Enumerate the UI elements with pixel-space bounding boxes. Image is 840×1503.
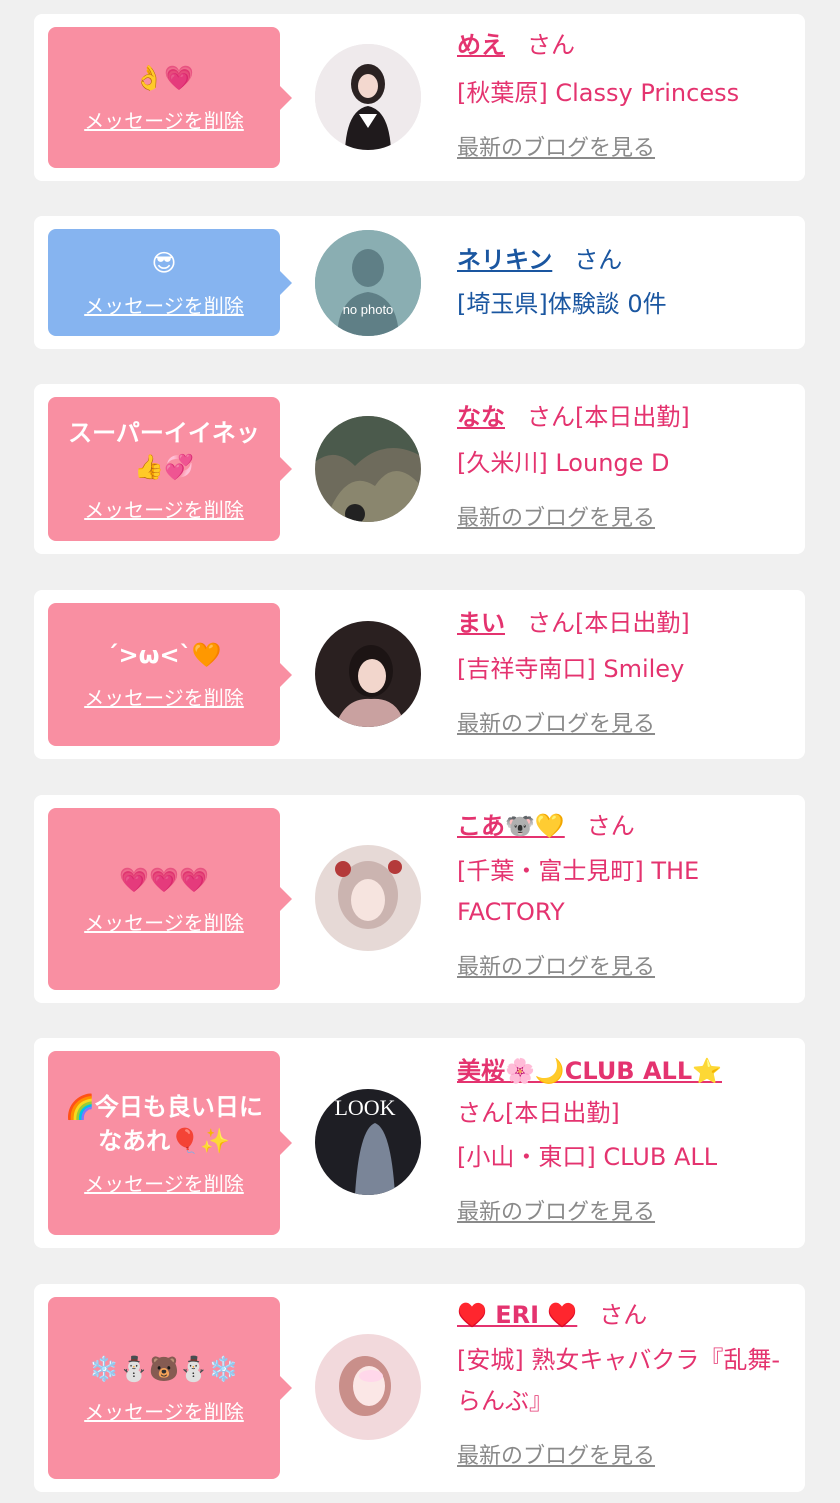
cast-info: ♥️ ERI ♥️ さん [安城] 熟女キャバクラ『乱舞-らんぶ』 最新のブログを… — [457, 1294, 791, 1478]
honorific: さん — [527, 609, 575, 637]
magazine-title: LOOK — [334, 1095, 395, 1120]
message-bubble: スーパーイイネッ👍💞 メッセージを削除 — [48, 397, 292, 541]
honorific: さん — [527, 31, 575, 59]
list-item: 👌💗 メッセージを削除 めえ さん [秋葉原] Classy Princess 最… — [34, 14, 805, 181]
shop-info: [千葉・富士見町] THE FACTORY — [457, 857, 700, 926]
message-bubble: ´>ω<`🧡 メッセージを削除 — [48, 603, 292, 746]
avatar[interactable] — [315, 621, 421, 727]
avatar[interactable] — [315, 416, 421, 522]
delete-message-link[interactable]: メッセージを削除 — [84, 1168, 244, 1197]
cast-name-link[interactable]: こあ🐨💛 — [457, 812, 565, 840]
shop-info: [安城] 熟女キャバクラ『乱舞-らんぶ』 — [457, 1346, 781, 1415]
cast-name-link[interactable]: ネリキン — [457, 246, 552, 274]
avatar[interactable] — [315, 44, 421, 150]
list-item: ´>ω<`🧡 メッセージを削除 まい さん[本日出勤] [吉祥寺南口] Smile… — [34, 590, 805, 759]
honorific: さん — [527, 403, 575, 431]
cast-name-link[interactable]: めえ — [457, 31, 505, 59]
message-bubble: 👌💗 メッセージを削除 — [48, 27, 292, 168]
avatar[interactable] — [315, 1334, 421, 1440]
cast-info: こあ🐨💛 さん [千葉・富士見町] THE FACTORY 最新のブログを見る — [457, 805, 791, 989]
delete-message-link[interactable]: メッセージを削除 — [84, 682, 244, 711]
message-text: 🌈今日も良い日になあれ🎈✨ — [65, 1092, 263, 1155]
cast-info: まい さん[本日出勤] [吉祥寺南口] Smiley 最新のブログを見る — [457, 602, 791, 746]
no-photo-label: no photo — [343, 302, 394, 317]
cast-info: ネリキン さん [埼玉県]体験談 0件 — [457, 239, 791, 325]
message-text: 😎 — [151, 249, 177, 277]
honorific: さん — [574, 246, 623, 274]
latest-blog-link[interactable]: 最新のブログを見る — [457, 506, 655, 531]
latest-blog-link[interactable]: 最新のブログを見る — [457, 1444, 655, 1469]
latest-blog-link[interactable]: 最新のブログを見る — [457, 955, 655, 980]
shop-info: [埼玉県]体験談 0件 — [457, 290, 667, 318]
message-text: ´>ω<`🧡 — [106, 641, 222, 669]
list-item: 🌈今日も良い日になあれ🎈✨ メッセージを削除 LOOK 美桜🌸🌙CLUB ALL… — [34, 1038, 805, 1248]
cast-name-link[interactable]: まい — [457, 609, 505, 637]
cast-info: なな さん[本日出勤] [久米川] Lounge D 最新のブログを見る — [457, 396, 791, 540]
list-item: ❄️⛄🐻⛄❄️ メッセージを削除 ♥️ ERI ♥️ さん [安城] 熟女キャバク… — [34, 1284, 805, 1492]
today-attendance-tag: [本日出勤] — [575, 609, 690, 637]
shop-info: [小山・東口] CLUB ALL — [457, 1143, 718, 1171]
message-text: 👌💗 — [134, 64, 194, 92]
today-attendance-tag: [本日出勤] — [505, 1099, 620, 1127]
list-item: スーパーイイネッ👍💞 メッセージを削除 なな さん[本日出勤] [久米川] Lou… — [34, 384, 805, 554]
shop-info: [秋葉原] Classy Princess — [457, 79, 740, 107]
list-item: 😎 メッセージを削除 no photo ネリキン さん [埼玉県]体験談 0件 — [34, 216, 805, 349]
honorific: さん — [586, 812, 635, 840]
message-text: スーパーイイネッ👍💞 — [68, 418, 260, 481]
message-bubble: 🌈今日も良い日になあれ🎈✨ メッセージを削除 — [48, 1051, 292, 1235]
delete-message-link[interactable]: メッセージを削除 — [84, 907, 244, 936]
latest-blog-link[interactable]: 最新のブログを見る — [457, 712, 655, 737]
delete-message-link[interactable]: メッセージを削除 — [84, 105, 244, 134]
message-bubble: 😎 メッセージを削除 — [48, 229, 292, 336]
cast-name-link[interactable]: ♥️ ERI ♥️ — [457, 1301, 577, 1329]
latest-blog-link[interactable]: 最新のブログを見る — [457, 1200, 655, 1225]
delete-message-link[interactable]: メッセージを削除 — [84, 290, 244, 319]
cast-info: 美桜🌸🌙CLUB ALL⭐ さん[本日出勤] [小山・東口] CLUB ALL … — [457, 1050, 791, 1234]
message-text: ❄️⛄🐻⛄❄️ — [89, 1354, 239, 1383]
today-attendance-tag: [本日出勤] — [575, 403, 690, 431]
message-text: 💗💗💗 — [119, 865, 209, 894]
message-bubble: ❄️⛄🐻⛄❄️ メッセージを削除 — [48, 1297, 292, 1479]
list-item: 💗💗💗 メッセージを削除 こあ🐨💛 さん [千葉・富士見町] THE FACTOR… — [34, 795, 805, 1003]
shop-info: [吉祥寺南口] Smiley — [457, 655, 685, 683]
cast-name-link[interactable]: なな — [457, 403, 505, 431]
honorific: さん — [457, 1099, 505, 1127]
message-bubble: 💗💗💗 メッセージを削除 — [48, 808, 292, 990]
delete-message-link[interactable]: メッセージを削除 — [84, 1396, 244, 1425]
avatar[interactable]: no photo — [315, 230, 421, 336]
avatar[interactable]: LOOK — [315, 1089, 421, 1195]
shop-info: [久米川] Lounge D — [457, 449, 670, 477]
cast-name-link[interactable]: 美桜🌸🌙CLUB ALL⭐ — [457, 1057, 722, 1085]
delete-message-link[interactable]: メッセージを削除 — [84, 494, 244, 523]
honorific: さん — [599, 1301, 648, 1329]
latest-blog-link[interactable]: 最新のブログを見る — [457, 136, 655, 161]
cast-info: めえ さん [秋葉原] Classy Princess 最新のブログを見る — [457, 24, 791, 170]
avatar[interactable] — [315, 845, 421, 951]
